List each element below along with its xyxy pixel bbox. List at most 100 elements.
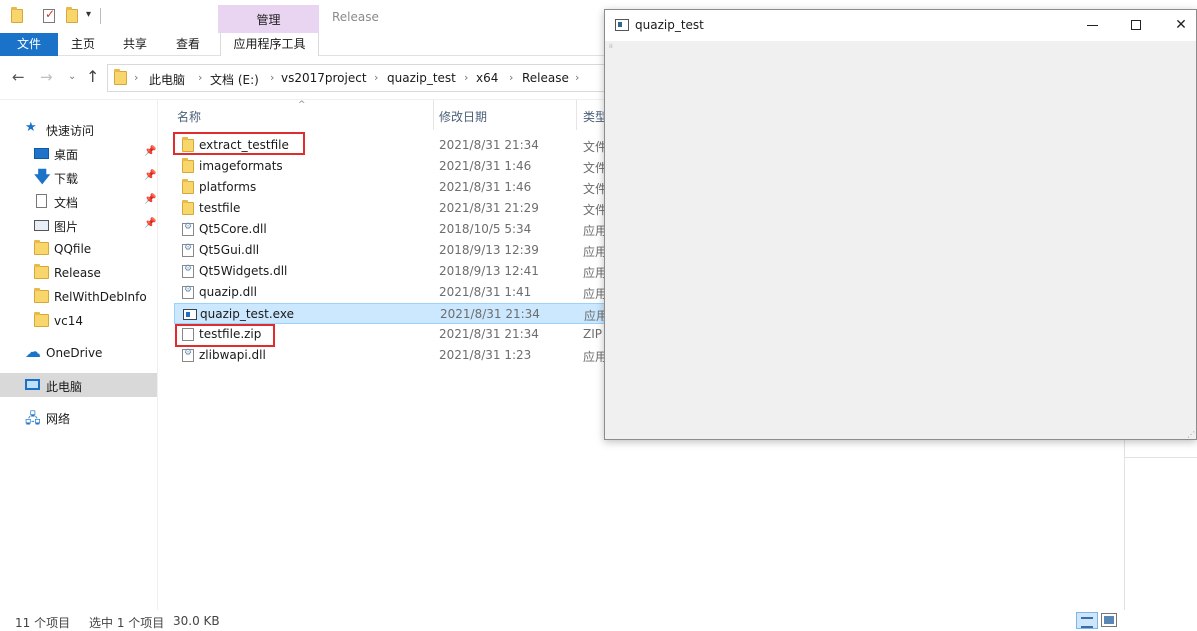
file-date: 2018/10/5 5:34 (439, 222, 532, 236)
new-folder-icon[interactable] (66, 7, 78, 23)
folder-icon (182, 179, 194, 194)
close-button[interactable]: ✕ (1158, 10, 1197, 41)
highlight-box (175, 324, 275, 347)
file-row[interactable]: imageformats 2021/8/31 1:46 文件 (174, 156, 607, 177)
file-type: ZIP (583, 327, 602, 341)
sidebar-item-label: 此电脑 (46, 380, 83, 394)
breadcrumb-vs2017project[interactable]: vs2017project (281, 71, 367, 85)
breadcrumb-x64[interactable]: x64 (476, 71, 498, 85)
file-row-selected[interactable]: quazip_test.exe 2021/8/31 21:34 应用 (174, 303, 608, 324)
column-header-date[interactable]: 修改日期 (439, 108, 487, 125)
sidebar-item-network[interactable]: 🖧 网络 (0, 405, 157, 429)
sort-ascending-icon: ^ (298, 100, 306, 110)
picture-icon (34, 220, 49, 231)
breadcrumb-this-pc[interactable]: 此电脑 (149, 71, 185, 88)
file-name: zlibwapi.dll (199, 348, 266, 362)
network-icon: 🖧 (25, 411, 41, 427)
forward-arrow-icon[interactable]: → (40, 68, 53, 86)
file-date: 2021/8/31 1:46 (439, 180, 532, 194)
address-bar[interactable]: › 此电脑 › 文档 (E:) › vs2017project › quazip… (107, 64, 617, 92)
resize-grip-icon[interactable]: ⋰ (1187, 430, 1195, 439)
breadcrumb-quazip-test[interactable]: quazip_test (387, 71, 456, 85)
file-name: imageformats (199, 159, 283, 173)
file-date: 2018/9/13 12:39 (439, 243, 539, 257)
breadcrumb-separator: › (270, 71, 275, 84)
breadcrumb-separator: › (374, 71, 379, 84)
recent-locations-icon[interactable]: ⌄ (68, 71, 76, 82)
breadcrumb-drive-e[interactable]: 文档 (E:) (210, 71, 259, 88)
download-icon: 🡇 (34, 167, 51, 186)
sidebar-item-desktop[interactable]: 桌面 📌 (0, 141, 157, 165)
file-row[interactable]: platforms 2021/8/31 1:46 文件 (174, 177, 607, 198)
dll-icon (182, 285, 194, 299)
file-date: 2021/8/31 21:29 (439, 201, 539, 215)
details-view-icon[interactable] (1076, 612, 1098, 629)
divider (1124, 440, 1125, 610)
file-name: platforms (199, 180, 257, 194)
tab-view[interactable]: 查看 (166, 33, 210, 56)
sidebar-item-relwithdebinfo[interactable]: RelWithDebInfo (0, 285, 157, 309)
file-date: 2021/8/31 1:23 (439, 348, 532, 362)
file-date: 2021/8/31 21:34 (440, 307, 540, 321)
back-arrow-icon[interactable]: ← (12, 68, 25, 86)
tab-app-tools[interactable]: 应用程序工具 (220, 33, 319, 56)
column-divider[interactable] (433, 100, 434, 130)
sidebar-item-onedrive[interactable]: ☁ OneDrive (0, 341, 157, 365)
sidebar-item-label: 图片 (54, 220, 79, 234)
file-row[interactable]: Qt5Gui.dll 2018/9/13 12:39 应用 (174, 240, 607, 261)
file-name: Qt5Core.dll (199, 222, 267, 236)
breadcrumb-separator: › (575, 71, 580, 84)
toolbar-grip-icon[interactable]: ⁞⁞ (609, 43, 613, 50)
sidebar-item-release[interactable]: Release (0, 261, 157, 285)
file-row[interactable]: Qt5Widgets.dll 2018/9/13 12:41 应用 (174, 261, 607, 282)
status-item-count: 11 个项目 (15, 616, 71, 630)
sidebar-item-documents[interactable]: 文档 📌 (0, 189, 157, 213)
tab-file[interactable]: 文件 (0, 33, 58, 56)
up-arrow-icon[interactable]: ↑ (86, 67, 99, 86)
star-icon: ★ (25, 120, 37, 135)
desktop-icon (34, 148, 49, 159)
column-divider[interactable] (576, 100, 577, 130)
dll-icon (182, 348, 194, 362)
status-selection: 选中 1 个项目 (89, 616, 165, 630)
sidebar-item-vc14[interactable]: vc14 (0, 309, 157, 333)
breadcrumb-release[interactable]: Release (522, 71, 569, 85)
sidebar-item-qqfile[interactable]: QQfile (0, 237, 157, 261)
tab-home[interactable]: 主页 (62, 33, 104, 56)
tool-group-manage: 管理 (218, 5, 319, 33)
properties-icon[interactable] (43, 7, 55, 23)
maximize-button[interactable] (1114, 10, 1160, 41)
folder-icon (34, 312, 49, 327)
tab-share[interactable]: 共享 (114, 33, 156, 56)
folder-icon (182, 158, 194, 173)
sidebar-item-label: 网络 (46, 412, 71, 426)
close-icon: ✕ (1175, 17, 1187, 33)
folder-icon[interactable] (11, 7, 23, 23)
file-date: 2021/8/31 21:34 (439, 327, 539, 341)
divider (1124, 457, 1197, 458)
file-row[interactable]: Qt5Core.dll 2018/10/5 5:34 应用 (174, 219, 607, 240)
dll-icon (182, 264, 194, 278)
qt-app-window: quazip_test ✕ ⁞⁞ ⋰ (604, 9, 1197, 440)
file-row[interactable]: testfile 2021/8/31 21:29 文件 (174, 198, 607, 219)
sidebar-item-quick-access[interactable]: ★ 快速访问 (0, 117, 157, 141)
sidebar-item-this-pc[interactable]: 此电脑 (0, 373, 157, 397)
file-row[interactable]: quazip.dll 2021/8/31 1:41 应用 (174, 282, 607, 303)
file-name: quazip_test.exe (200, 307, 294, 321)
file-date: 2021/8/31 1:46 (439, 159, 532, 173)
app-icon (615, 19, 629, 31)
minimize-button[interactable] (1069, 10, 1115, 41)
sidebar-item-label: OneDrive (46, 346, 103, 360)
file-name: testfile (199, 201, 241, 215)
quick-access-dropdown[interactable]: ▾ (86, 9, 91, 20)
sidebar-item-label: 桌面 (54, 148, 79, 162)
file-row[interactable]: zlibwapi.dll 2021/8/31 1:23 应用 (174, 345, 607, 366)
window-title-bar[interactable]: quazip_test ✕ (605, 10, 1196, 41)
sidebar-item-label: QQfile (54, 242, 92, 256)
sidebar-item-downloads[interactable]: 🡇 下载 📌 (0, 165, 157, 189)
sidebar-item-pictures[interactable]: 图片 📌 (0, 213, 157, 237)
column-header-name[interactable]: 名称 (177, 108, 201, 125)
sidebar-item-label: Release (54, 266, 101, 280)
large-icons-view-icon[interactable] (1101, 613, 1117, 627)
tool-group-label: 管理 (256, 13, 281, 27)
